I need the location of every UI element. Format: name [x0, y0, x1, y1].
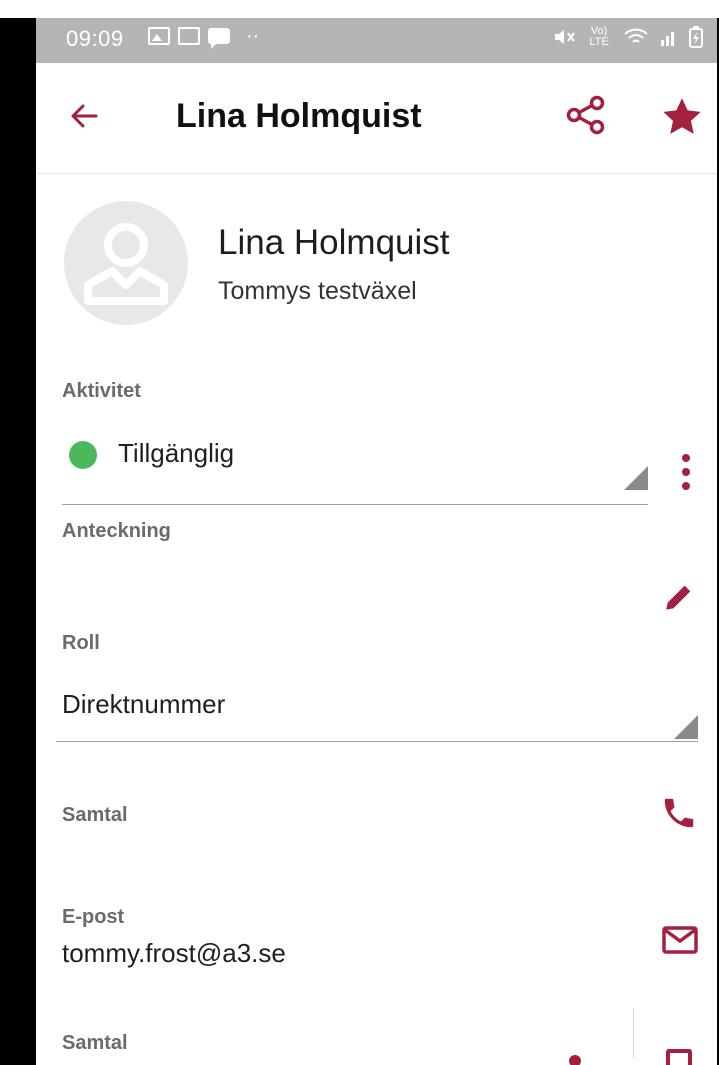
phone-icon[interactable] [660, 794, 698, 832]
call-label-secondary: Samtal [62, 1032, 128, 1054]
email-label: E-post [62, 906, 125, 928]
back-arrow-icon[interactable] [66, 98, 102, 134]
activity-label: Aktivitet [62, 380, 141, 402]
edit-pencil-icon[interactable] [662, 580, 696, 614]
phone-screen: 09:09 ·· Vo) LTE Lina Holmquist Lina Hol… [36, 18, 717, 1065]
system-icons: Vo) LTE [553, 26, 703, 48]
kebab-menu-icon[interactable] [682, 454, 692, 496]
divider [633, 1008, 634, 1058]
role-underline [56, 741, 698, 742]
partial-icon[interactable] [569, 1055, 581, 1065]
status-bar: 09:09 ·· Vo) LTE [36, 18, 717, 63]
activity-value: Tillgänglig [118, 438, 235, 468]
message-notification-icon [208, 28, 230, 49]
battery-icon [689, 26, 703, 48]
activity-underline [62, 504, 648, 505]
contact-organization: Tommys testväxel [218, 277, 417, 305]
screenshot-notification-icon [178, 27, 200, 45]
call-label: Samtal [62, 804, 128, 826]
person-placeholder-icon [84, 223, 168, 305]
share-icon[interactable] [566, 95, 606, 135]
dropdown-arrow-icon [624, 466, 648, 490]
mute-icon [555, 30, 575, 44]
role-value: Direktnummer [62, 689, 226, 719]
more-notifications-icon: ·· [246, 25, 260, 47]
mail-icon[interactable] [662, 925, 698, 955]
email-value[interactable]: tommy.frost@a3.se [62, 938, 286, 969]
contact-name: Lina Holmquist [218, 223, 450, 262]
notification-icons: ·· [148, 25, 260, 49]
avatar [64, 201, 188, 325]
signal-icon [661, 32, 674, 46]
favorite-star-icon[interactable] [660, 95, 704, 139]
note-label: Anteckning [62, 520, 171, 542]
app-bar: Lina Holmquist [36, 63, 717, 174]
partial-icon[interactable] [666, 1049, 692, 1065]
role-label: Roll [62, 632, 100, 654]
volte-indicator: Vo) LTE [589, 25, 609, 48]
status-available-icon [69, 441, 97, 469]
status-time: 09:09 [66, 26, 124, 51]
contact-header: Lina Holmquist Tommys testväxel [36, 173, 717, 363]
gallery-notification-icon [148, 27, 170, 45]
dropdown-arrow-icon [674, 715, 698, 739]
page-title: Lina Holmquist [176, 97, 422, 135]
wifi-icon [624, 28, 648, 43]
